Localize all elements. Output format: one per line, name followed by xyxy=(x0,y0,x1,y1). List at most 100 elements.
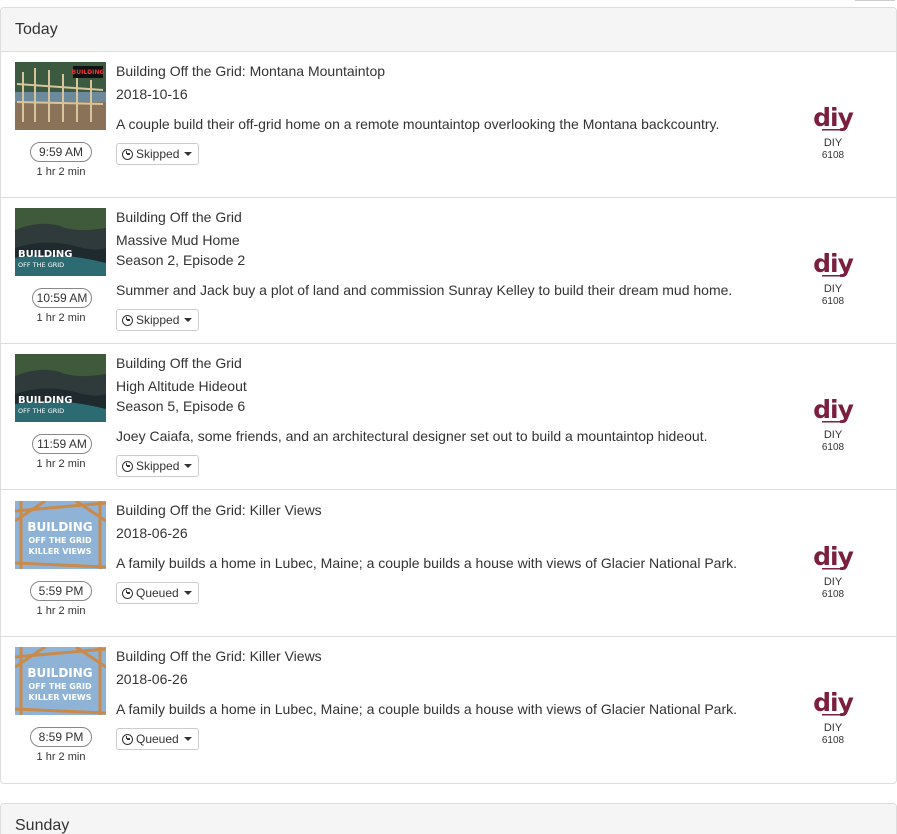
day-panel-today: Today BUILDING 9:59 AM 1 hr 2 min Buildi… xyxy=(0,7,897,784)
air-time: 9:59 AM xyxy=(30,142,92,162)
episode-thumbnail[interactable]: BUILDING OFF THE GRID xyxy=(15,208,106,276)
channel-name: DIY xyxy=(823,576,843,588)
episode-description: A family builds a home in Lubec, Maine; … xyxy=(116,701,737,717)
status-label: Skipped xyxy=(136,459,180,473)
duration: 1 hr 2 min xyxy=(36,312,86,324)
listing-row[interactable]: BUILDING OFF THE GRID KILLER VIEWS 8:59 … xyxy=(1,637,896,783)
svg-text:BUILDING: BUILDING xyxy=(18,395,72,406)
air-time: 11:59 AM xyxy=(32,434,92,454)
svg-text:diy: diy xyxy=(813,396,853,424)
episode-title[interactable]: Building Off the Grid: Montana Mountaint… xyxy=(116,63,385,79)
channel-info: diy DIY 6108 xyxy=(801,396,865,453)
clock-icon xyxy=(122,587,133,599)
diy-logo-icon: diy xyxy=(813,104,854,132)
status-dropdown-button[interactable]: Queued xyxy=(116,728,199,750)
season-episode: Season 5, Episode 6 xyxy=(116,398,246,414)
day-heading: Sunday xyxy=(1,804,896,834)
svg-text:KILLER VIEWS: KILLER VIEWS xyxy=(29,547,92,556)
channel-number: 6108 xyxy=(821,150,845,161)
caret-down-icon xyxy=(184,318,193,322)
diy-logo-icon: diy xyxy=(813,396,854,424)
channel-name: DIY xyxy=(823,722,843,734)
listing-row[interactable]: BUILDING OFF THE GRID 11:59 AM 1 hr 2 mi… xyxy=(1,344,896,490)
caret-down-icon xyxy=(183,737,192,741)
channel-number: 6108 xyxy=(821,735,845,746)
listing-row[interactable]: BUILDING OFF THE GRID KILLER VIEWS 5:59 … xyxy=(1,491,896,637)
air-date: 2018-06-26 xyxy=(116,525,188,541)
status-dropdown-button[interactable]: Skipped xyxy=(116,455,200,477)
svg-text:OFF THE GRID: OFF THE GRID xyxy=(18,407,64,415)
channel-number: 6108 xyxy=(821,442,845,453)
thumbnail-image-construction: BUILDING xyxy=(15,62,106,130)
svg-text:diy: diy xyxy=(813,689,853,717)
status-label: Skipped xyxy=(136,147,180,161)
svg-text:KILLER VIEWS: KILLER VIEWS xyxy=(29,693,92,702)
channel-info: diy DIY 6108 xyxy=(801,543,865,600)
series-title[interactable]: Building Off the Grid xyxy=(116,355,242,371)
caret-down-icon xyxy=(184,464,193,468)
duration: 1 hr 2 min xyxy=(36,166,86,178)
episode-title: Massive Mud Home xyxy=(116,232,240,248)
duration: 1 hr 2 min xyxy=(36,605,86,617)
thumbnail-image-cliff: BUILDING OFF THE GRID xyxy=(15,208,106,276)
season-episode: Season 2, Episode 2 xyxy=(116,252,246,268)
day-panel-sunday: Sunday xyxy=(0,803,897,834)
episode-title[interactable]: Building Off the Grid: Killer Views xyxy=(116,502,322,518)
episode-description: A family builds a home in Lubec, Maine; … xyxy=(116,555,737,571)
channel-info: diy DIY 6108 xyxy=(801,689,865,746)
channel-number: 6108 xyxy=(821,296,845,307)
top-edge-line xyxy=(855,0,895,1)
air-date: 2018-10-16 xyxy=(116,86,188,102)
listing-row[interactable]: BUILDING 9:59 AM 1 hr 2 min Building Off… xyxy=(1,52,896,198)
channel-number: 6108 xyxy=(821,589,845,600)
status-dropdown-button[interactable]: Skipped xyxy=(116,309,200,331)
svg-text:OFF THE GRID: OFF THE GRID xyxy=(28,536,92,545)
thumbnail-image-frame: BUILDING OFF THE GRID KILLER VIEWS xyxy=(15,647,106,715)
clock-icon xyxy=(122,733,133,745)
status-label: Queued xyxy=(136,732,179,746)
channel-info: diy DIY 6108 xyxy=(801,250,865,307)
clock-icon xyxy=(122,314,133,326)
channel-name: DIY xyxy=(823,137,843,149)
episode-thumbnail[interactable]: BUILDING OFF THE GRID KILLER VIEWS xyxy=(15,501,106,569)
episode-title: High Altitude Hideout xyxy=(116,378,247,394)
episode-thumbnail[interactable]: BUILDING OFF THE GRID KILLER VIEWS xyxy=(15,647,106,715)
status-dropdown-button[interactable]: Queued xyxy=(116,582,199,604)
air-time: 10:59 AM xyxy=(32,288,92,308)
air-date: 2018-06-26 xyxy=(116,671,188,687)
clock-icon xyxy=(122,460,133,472)
thumbnail-image-cliff: BUILDING OFF THE GRID xyxy=(15,354,106,422)
channel-name: DIY xyxy=(823,429,843,441)
episode-description: Joey Caiafa, some friends, and an archit… xyxy=(116,428,708,444)
status-dropdown-button[interactable]: Skipped xyxy=(116,143,200,165)
svg-text:BUILDING: BUILDING xyxy=(18,249,72,260)
clock-icon xyxy=(122,148,133,160)
episode-description: A couple build their off-grid home on a … xyxy=(116,116,720,132)
svg-text:diy: diy xyxy=(813,250,853,278)
svg-text:BUILDING: BUILDING xyxy=(27,666,92,680)
episode-thumbnail[interactable]: BUILDING OFF THE GRID xyxy=(15,354,106,422)
svg-text:diy: diy xyxy=(813,104,853,132)
svg-text:OFF THE GRID: OFF THE GRID xyxy=(18,261,64,269)
caret-down-icon xyxy=(184,152,193,156)
diy-logo-icon: diy xyxy=(813,250,854,278)
episode-description: Summer and Jack buy a plot of land and c… xyxy=(116,282,733,298)
svg-text:BUILDING: BUILDING xyxy=(27,520,92,534)
svg-text:BUILDING: BUILDING xyxy=(72,69,105,76)
day-heading: Today xyxy=(1,8,896,52)
air-time: 8:59 PM xyxy=(30,727,92,747)
diy-logo-icon: diy xyxy=(813,543,854,571)
air-time: 5:59 PM xyxy=(30,581,92,601)
duration: 1 hr 2 min xyxy=(36,458,86,470)
channel-info: diy DIY 6108 xyxy=(801,104,865,161)
thumbnail-image-frame: BUILDING OFF THE GRID KILLER VIEWS xyxy=(15,501,106,569)
series-title[interactable]: Building Off the Grid xyxy=(116,209,242,225)
channel-name: DIY xyxy=(823,283,843,295)
episode-thumbnail[interactable]: BUILDING xyxy=(15,62,106,130)
svg-text:OFF THE GRID: OFF THE GRID xyxy=(28,682,92,691)
duration: 1 hr 2 min xyxy=(36,751,86,763)
status-label: Skipped xyxy=(136,313,180,327)
listing-row[interactable]: BUILDING OFF THE GRID 10:59 AM 1 hr 2 mi… xyxy=(1,198,896,344)
episode-title[interactable]: Building Off the Grid: Killer Views xyxy=(116,648,322,664)
svg-text:diy: diy xyxy=(813,543,853,571)
